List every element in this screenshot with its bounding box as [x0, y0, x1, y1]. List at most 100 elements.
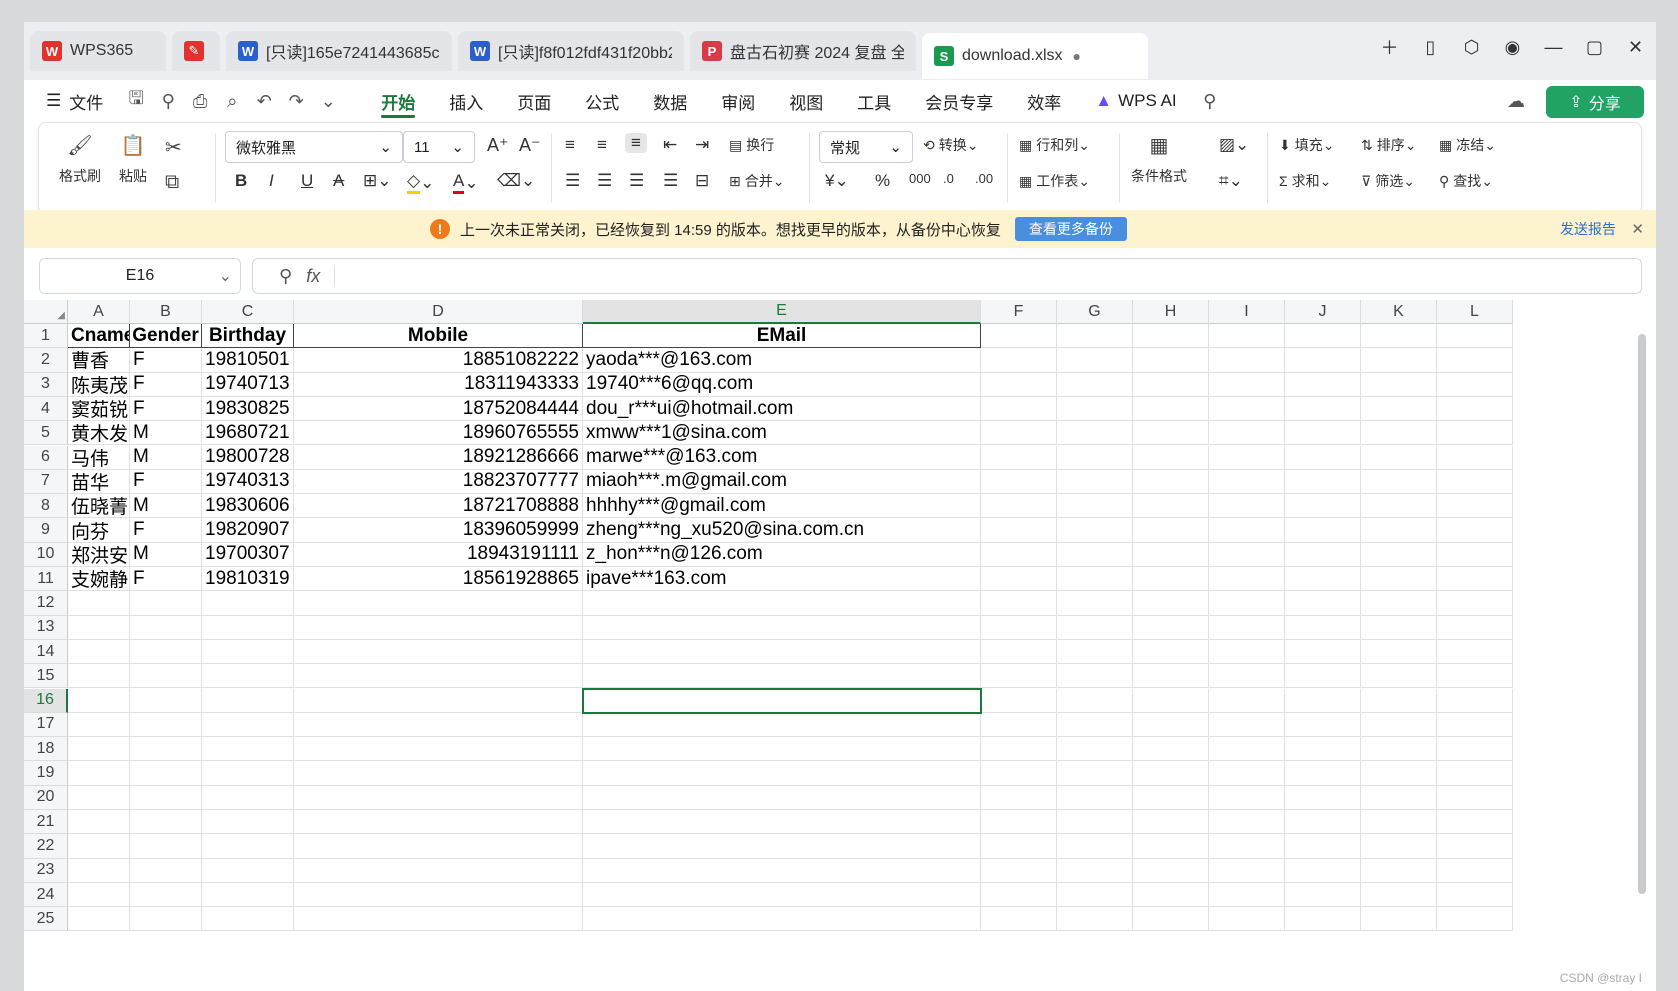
cell-K18[interactable]	[1361, 737, 1437, 762]
cell-F19[interactable]	[981, 761, 1057, 786]
row-header-7[interactable]: 7	[24, 469, 68, 495]
cell-H15[interactable]	[1133, 664, 1209, 689]
cell-G12[interactable]	[1057, 591, 1133, 616]
cell-E25[interactable]	[583, 907, 981, 932]
redo-icon[interactable]: ↷	[280, 91, 312, 112]
row-header-4[interactable]: 4	[24, 396, 68, 422]
cell-G14[interactable]	[1057, 639, 1133, 665]
cell-D18[interactable]	[294, 737, 583, 762]
cell-C24[interactable]	[202, 882, 294, 908]
cell-A10[interactable]: 郑洪安	[68, 542, 130, 567]
cell-F11[interactable]	[981, 567, 1057, 592]
cell-K17[interactable]	[1361, 712, 1437, 738]
cell-G2[interactable]	[1057, 348, 1133, 373]
cell-H11[interactable]	[1133, 567, 1209, 592]
tab-menu-3[interactable]: 公式	[568, 80, 636, 122]
cell-A8[interactable]: 伍晓菁	[68, 494, 130, 519]
cell-E21[interactable]	[583, 810, 981, 835]
cell-C4[interactable]: 19830825	[202, 396, 294, 422]
cell-H5[interactable]	[1133, 421, 1209, 446]
cell-B4[interactable]: F	[130, 396, 202, 422]
cell-C21[interactable]	[202, 810, 294, 835]
tab-2[interactable]: W [只读]165e7241443685c856	[226, 31, 452, 71]
cell-D25[interactable]	[294, 907, 583, 932]
underline-icon[interactable]: U	[301, 171, 313, 191]
name-box[interactable]: E16 ⌄	[39, 258, 241, 294]
cell-E11[interactable]: ipave***163.com	[583, 567, 981, 592]
cell-L1[interactable]	[1437, 324, 1513, 349]
row-header-16[interactable]: 16	[24, 688, 68, 713]
cell-K7[interactable]	[1361, 469, 1437, 495]
align-center-icon[interactable]: ☰	[597, 171, 612, 191]
cell-I2[interactable]	[1209, 348, 1285, 373]
cell-A5[interactable]: 黄木发	[68, 421, 130, 446]
cell-B8[interactable]: M	[130, 494, 202, 519]
cell-K11[interactable]	[1361, 567, 1437, 592]
font-shrink-icon[interactable]: A⁻	[519, 135, 541, 156]
cell-L19[interactable]	[1437, 761, 1513, 786]
row-header-22[interactable]: 22	[24, 834, 68, 859]
cell-C13[interactable]	[202, 615, 294, 640]
cell-K13[interactable]	[1361, 615, 1437, 640]
sort-button[interactable]: ⇅ 排序 ⌄	[1361, 135, 1416, 155]
row-header-9[interactable]: 9	[24, 518, 68, 543]
cell-H24[interactable]	[1133, 882, 1209, 908]
cell-E18[interactable]	[583, 737, 981, 762]
cell-I9[interactable]	[1209, 518, 1285, 543]
wps-ai-button[interactable]: ▲ WPS AI	[1078, 80, 1193, 122]
cell-H4[interactable]	[1133, 396, 1209, 422]
cell-E15[interactable]	[583, 664, 981, 689]
cell-J11[interactable]	[1285, 567, 1361, 592]
merge-button[interactable]: ⊞ 合并 ⌄	[729, 171, 784, 191]
cell-J12[interactable]	[1285, 591, 1361, 616]
cell-G7[interactable]	[1057, 469, 1133, 495]
cell-L20[interactable]	[1437, 785, 1513, 810]
cell-A14[interactable]	[68, 639, 130, 665]
cloud-icon[interactable]: ☁	[1500, 91, 1532, 112]
cell-B5[interactable]: M	[130, 421, 202, 446]
font-color-icon[interactable]: A ⌄	[453, 171, 479, 194]
cell-C9[interactable]: 19820907	[202, 518, 294, 543]
cell-F23[interactable]	[981, 858, 1057, 883]
row-header-18[interactable]: 18	[24, 737, 68, 762]
cell-E14[interactable]	[583, 639, 981, 665]
cell-B12[interactable]	[130, 591, 202, 616]
thousands-icon[interactable]: 000	[909, 171, 931, 186]
cell-B18[interactable]	[130, 737, 202, 762]
cell-E5[interactable]: xmww***1@sina.com	[583, 421, 981, 446]
cell-C14[interactable]	[202, 639, 294, 665]
cell-J6[interactable]	[1285, 445, 1361, 470]
vertical-scrollbar[interactable]	[1638, 334, 1646, 894]
cell-B14[interactable]	[130, 639, 202, 665]
cell-A9[interactable]: 向芬	[68, 518, 130, 543]
cell-I7[interactable]	[1209, 469, 1285, 495]
cell-A4[interactable]: 窦茹锐	[68, 396, 130, 422]
cell-B24[interactable]	[130, 882, 202, 908]
cell-L15[interactable]	[1437, 664, 1513, 689]
cell-C16[interactable]	[202, 688, 294, 713]
align-left-icon[interactable]: ☰	[565, 171, 580, 191]
cell-A13[interactable]	[68, 615, 130, 640]
cell-G16[interactable]	[1057, 688, 1133, 713]
cell-B19[interactable]	[130, 761, 202, 786]
cell-H12[interactable]	[1133, 591, 1209, 616]
font-name-select[interactable]: 微软雅黑 ⌄	[225, 131, 403, 163]
column-header-B[interactable]: B	[130, 300, 202, 324]
cell-J17[interactable]	[1285, 712, 1361, 738]
cell-A2[interactable]: 曹香	[68, 348, 130, 373]
cell-J21[interactable]	[1285, 810, 1361, 835]
unsaved-dot-icon[interactable]: ●	[1073, 48, 1081, 64]
tab-menu-4[interactable]: 数据	[636, 80, 704, 122]
cell-B6[interactable]: M	[130, 445, 202, 470]
cell-J18[interactable]	[1285, 737, 1361, 762]
row-header-19[interactable]: 19	[24, 761, 68, 786]
cell-I8[interactable]	[1209, 494, 1285, 519]
indent-decrease-icon[interactable]: ⇤	[663, 135, 677, 155]
cell-I1[interactable]	[1209, 324, 1285, 349]
cell-G3[interactable]	[1057, 372, 1133, 397]
cell-G23[interactable]	[1057, 858, 1133, 883]
cell-F2[interactable]	[981, 348, 1057, 373]
layout-icon[interactable]: ▯	[1410, 37, 1451, 58]
close-icon[interactable]: ✕	[1615, 37, 1656, 58]
more-icon[interactable]: ⌄	[312, 91, 344, 112]
